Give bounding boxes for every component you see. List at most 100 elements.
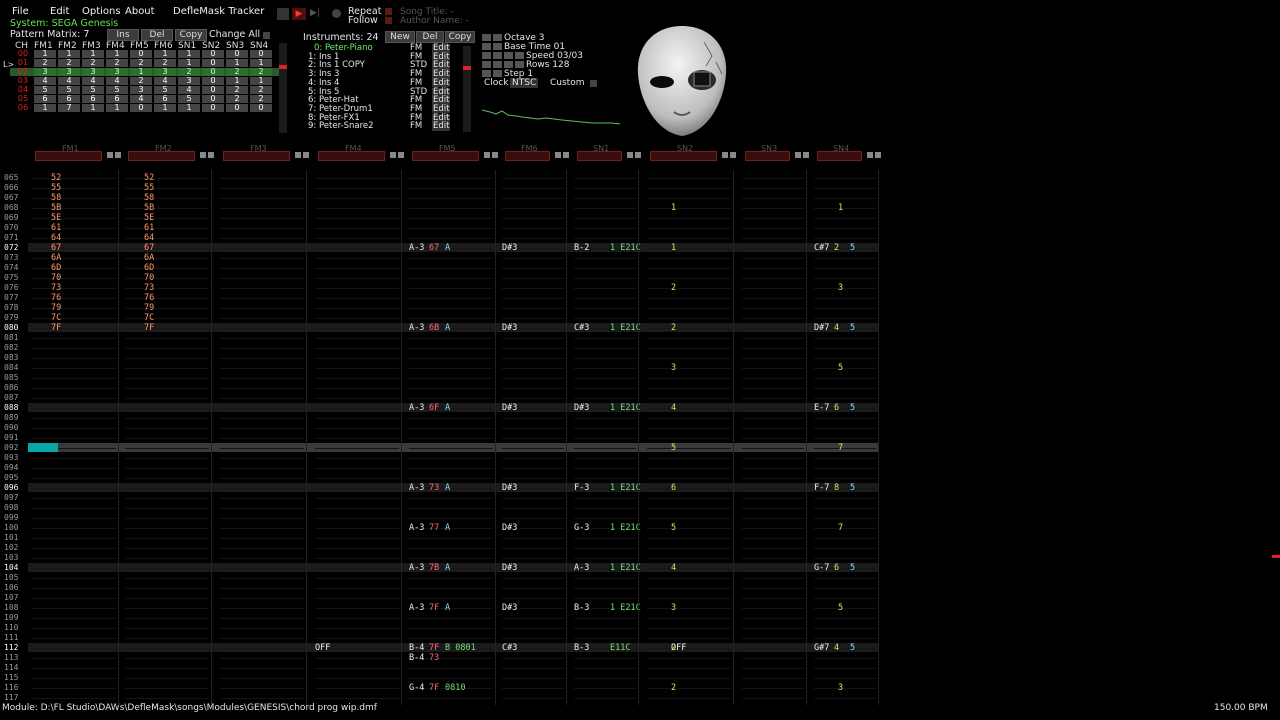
pattern-cell[interactable]: 6B (429, 323, 439, 333)
pattern-cell[interactable]: 4 (834, 323, 839, 333)
pattern-cell[interactable]: 6D (51, 263, 61, 273)
pattern-cell[interactable]: B-4 (409, 643, 424, 653)
pm-cell[interactable]: 0 (202, 50, 224, 58)
menu-edit[interactable]: Edit (50, 6, 69, 17)
pattern-cell[interactable]: A-3 (409, 243, 424, 253)
pm-cell[interactable]: 1 (58, 50, 80, 58)
pattern-cell[interactable]: D#3 (502, 523, 517, 533)
pm-cell[interactable]: 3 (178, 77, 200, 85)
pattern-cell[interactable]: 0810 (445, 683, 465, 693)
pattern-cell[interactable]: 1 E21C (610, 603, 641, 613)
pm-cell[interactable]: 1 (250, 77, 272, 85)
channel-mute-button[interactable] (107, 152, 113, 158)
pm-cell[interactable]: 2 (58, 59, 80, 67)
pattern-cell[interactable]: A (445, 603, 450, 613)
pattern-cell[interactable]: 70 (144, 273, 154, 283)
pm-cell[interactable]: 1 (106, 50, 128, 58)
pm-cell[interactable]: 4 (154, 77, 176, 85)
pattern-cell[interactable]: C#7 (814, 243, 829, 253)
instrument-item[interactable]: 9: Peter-Snare2 (308, 122, 374, 131)
menu-options[interactable]: Options (82, 6, 121, 17)
pm-cell[interactable]: 4 (34, 77, 56, 85)
pm-cell[interactable]: 1 (178, 104, 200, 112)
pm-cell[interactable]: 6 (154, 95, 176, 103)
channel-solo-button[interactable] (875, 152, 881, 158)
pm-cell[interactable]: 2 (154, 59, 176, 67)
pm-cell[interactable]: 0 (130, 104, 152, 112)
pattern-cell[interactable]: 6 (671, 483, 676, 493)
inst-copy-button[interactable]: Copy (445, 31, 475, 43)
pattern-cell[interactable]: E-7 (814, 403, 829, 413)
pattern-cell[interactable]: 7F (429, 643, 439, 653)
pattern-cell[interactable]: B-3 (574, 603, 589, 613)
inst-new-button[interactable]: New (385, 31, 415, 43)
channel-mute-button[interactable] (722, 152, 728, 158)
pattern-cell[interactable]: 6A (144, 253, 154, 263)
pm-cell[interactable]: 3 (58, 68, 80, 76)
pm-cell[interactable]: 1 (178, 50, 200, 58)
pm-cell[interactable]: 2 (106, 59, 128, 67)
channel-solo-button[interactable] (303, 152, 309, 158)
pm-row[interactable]: 04 5 5 5 5 3 5 4 0 2 2 (10, 86, 280, 94)
pattern-cell[interactable]: D#3 (502, 403, 517, 413)
pattern-cell[interactable]: 52 (144, 173, 154, 183)
pattern-cell[interactable]: 5 (838, 363, 843, 373)
pattern-cell[interactable]: 3 (838, 283, 843, 293)
pm-cell[interactable]: 1 (178, 59, 200, 67)
pattern-cell[interactable]: 1 (838, 203, 843, 213)
pm-cell[interactable]: 3 (130, 86, 152, 94)
pm-cell[interactable]: 1 (82, 104, 104, 112)
pattern-cell[interactable]: 67 (429, 243, 439, 253)
pattern-cell[interactable]: 73 (144, 283, 154, 293)
pattern-cell[interactable]: 3 (838, 683, 843, 693)
pm-del-button[interactable]: Del (141, 29, 173, 41)
pattern-cell[interactable]: D#3 (502, 483, 517, 493)
pattern-cell[interactable]: 5 (850, 563, 855, 573)
pattern-cell[interactable]: 5 (850, 323, 855, 333)
channel-mute-button[interactable] (484, 152, 490, 158)
pattern-cell[interactable]: 7F (144, 323, 154, 333)
pattern-cell[interactable]: 1 (671, 203, 676, 213)
channel-mute-button[interactable] (627, 152, 633, 158)
channel-solo-button[interactable] (398, 152, 404, 158)
pattern-cell[interactable]: F-7 (814, 483, 829, 493)
pm-cell[interactable]: 2 (226, 95, 248, 103)
pattern-cell[interactable]: 1 E21C (610, 403, 641, 413)
pm-cell[interactable]: 4 (82, 77, 104, 85)
pm-cell[interactable]: 2 (250, 95, 272, 103)
pattern-cell[interactable]: A-3 (409, 403, 424, 413)
pm-cell[interactable]: 2 (250, 86, 272, 94)
pattern-cell[interactable]: 76 (144, 293, 154, 303)
channel-mute-button[interactable] (555, 152, 561, 158)
pattern-cell[interactable]: 79 (144, 303, 154, 313)
editor-scroll-marker[interactable] (1272, 555, 1280, 558)
stop-button[interactable] (277, 8, 289, 20)
pattern-cell[interactable]: 2 (671, 643, 676, 653)
pattern-cell[interactable]: 2 (671, 283, 676, 293)
pattern-cell[interactable]: A (445, 483, 450, 493)
author-field[interactable]: Author Name: - (400, 16, 469, 26)
pm-cell[interactable]: 0 (226, 50, 248, 58)
pm-row[interactable]: 06 1 7 1 1 0 1 1 0 0 0 (10, 104, 280, 112)
pattern-cell[interactable]: A (445, 523, 450, 533)
step-button[interactable]: ▶| (310, 8, 322, 20)
pattern-cell[interactable]: 1 E21C (610, 523, 641, 533)
pattern-cell[interactable]: 7F (429, 683, 439, 693)
pm-cell[interactable]: 5 (106, 86, 128, 94)
pm-cell[interactable]: 2 (226, 68, 248, 76)
pattern-cell[interactable]: D#3 (574, 403, 589, 413)
pattern-cell[interactable]: C#3 (502, 643, 517, 653)
pm-row[interactable]: 02 3 3 3 3 1 3 2 0 2 2 (10, 68, 280, 76)
pattern-cell[interactable]: 5 (850, 243, 855, 253)
pattern-matrix-scrollbar[interactable] (279, 43, 287, 133)
pm-cell[interactable]: 6 (34, 95, 56, 103)
pm-cell[interactable]: 1 (250, 59, 272, 67)
follow-checkbox[interactable] (385, 17, 392, 24)
channel-mute-button[interactable] (795, 152, 801, 158)
pm-cell[interactable]: 3 (34, 68, 56, 76)
inst-scroll-thumb[interactable] (463, 66, 471, 70)
pm-cell[interactable]: 5 (178, 95, 200, 103)
pattern-cell[interactable]: 7C (144, 313, 154, 323)
pm-cell[interactable]: 2 (226, 86, 248, 94)
pm-copy-button[interactable]: Copy (175, 29, 207, 41)
